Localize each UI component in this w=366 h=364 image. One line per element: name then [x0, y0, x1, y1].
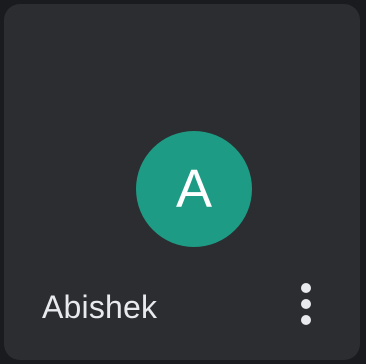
participant-name: Abishek: [42, 289, 158, 325]
more-options-button[interactable]: [284, 274, 328, 334]
participant-tile[interactable]: A Abishek: [4, 4, 360, 360]
participant-avatar: A: [136, 131, 252, 247]
more-vertical-icon: [301, 283, 311, 325]
avatar-initial: A: [175, 159, 213, 219]
